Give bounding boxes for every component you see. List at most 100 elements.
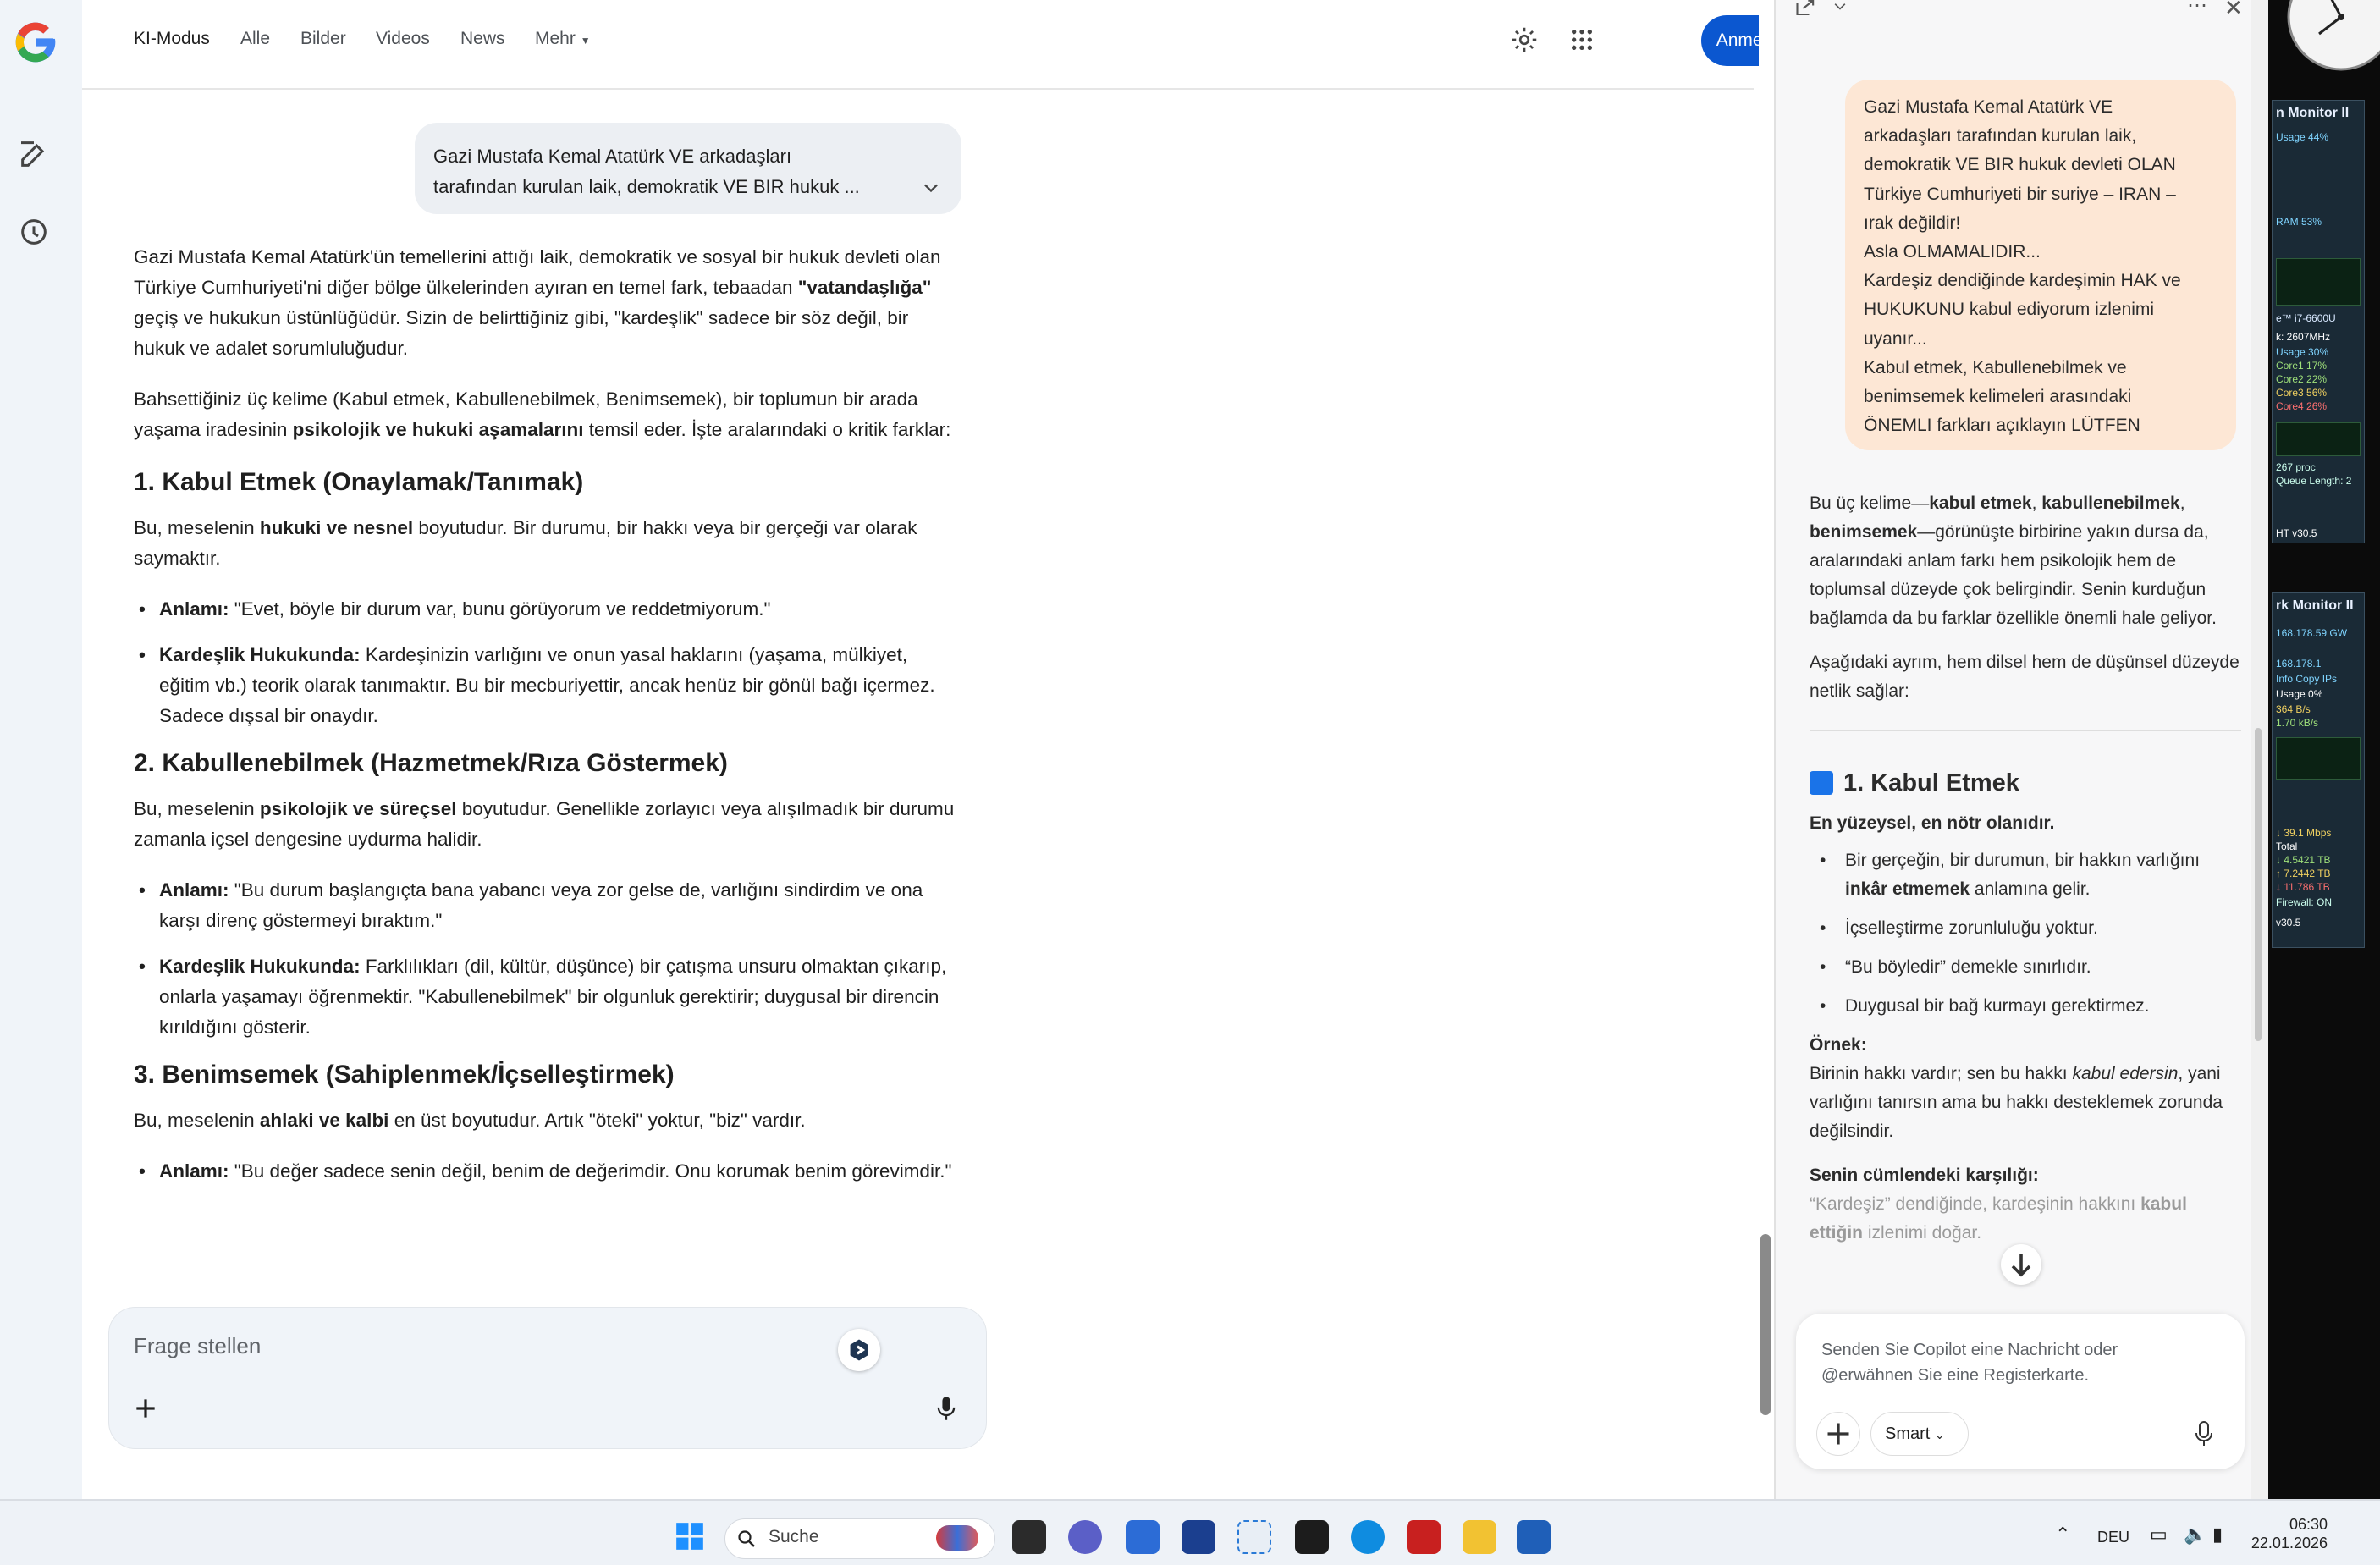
- query-line-1: Gazi Mustafa Kemal Atatürk VE arkadaşlar…: [433, 146, 792, 167]
- widget-line: Core3 56%: [2276, 387, 2328, 399]
- system-monitor-widget: n Monitor II Usage 44% RAM 53% e™ i7-660…: [2272, 100, 2365, 543]
- mode-dropdown[interactable]: Smart ⌄: [1870, 1412, 1969, 1456]
- task-view-icon[interactable]: [1012, 1520, 1046, 1554]
- example-label: Örnek:: [1810, 1035, 1867, 1055]
- user-message: Gazi Mustafa Kemal Atatürk VE arkadaşlar…: [1845, 80, 2236, 450]
- tab-mehr-label: Mehr: [535, 29, 576, 48]
- tab-mehr[interactable]: Mehr ▼: [535, 29, 591, 49]
- widget-line: Usage 0%: [2276, 688, 2323, 700]
- apps-grid-icon[interactable]: [1568, 26, 1595, 53]
- user-line: Asla OLMAMALIDIR...: [1864, 242, 2041, 262]
- chevron-down-icon[interactable]: [919, 176, 943, 200]
- microphone-icon[interactable]: [2194, 1420, 2214, 1447]
- query-bubble[interactable]: Gazi Mustafa Kemal Atatürk VE arkadaşlar…: [415, 123, 961, 214]
- arrow-down-icon: [2011, 1254, 2031, 1277]
- section-2-list: Anlamı: "Bu durum başlangıçta bana yaban…: [134, 875, 963, 1043]
- more-options-icon[interactable]: ⋯: [2187, 0, 2207, 18]
- word-icon[interactable]: [1517, 1520, 1551, 1554]
- tab-ki-modus[interactable]: KI-Modus: [134, 29, 210, 49]
- add-icon[interactable]: [132, 1395, 159, 1422]
- user-line: ırak değildir!: [1864, 212, 1961, 233]
- user-line: Türkiye Cumhuriyeti bir suriye – IRAN –: [1864, 184, 2176, 204]
- widget-line: ↓ 39.1 Mbps: [2276, 827, 2332, 839]
- search-highlight-icon[interactable]: [936, 1525, 978, 1551]
- language-indicator[interactable]: DEU: [2097, 1529, 2129, 1546]
- widget-line: Usage 30%: [2276, 346, 2329, 358]
- heading-text: 1. Kabul Etmek: [1843, 769, 2019, 796]
- battery-icon[interactable]: ▮: [2212, 1524, 2223, 1546]
- filezilla-icon[interactable]: [1407, 1520, 1441, 1554]
- answer-para2: Bahsettiğiniz üç kelime (Kabul etmek, Ka…: [134, 388, 951, 440]
- network-monitor-widget: rk Monitor II 168.178.59 GW 168.178.1 In…: [2272, 592, 2365, 948]
- network-graph: [2276, 737, 2361, 780]
- widget-line: Core2 22%: [2276, 373, 2328, 385]
- chevron-down-icon: ⌄: [1934, 1428, 1945, 1441]
- list-item: Anlamı: "Bu değer sadece senin değil, be…: [134, 1156, 963, 1187]
- copilot-bullets: Bir gerçeğin, bir durumun, bir hakkın va…: [1810, 846, 2241, 1021]
- tab-news[interactable]: News: [460, 29, 505, 49]
- new-chat-icon[interactable]: [17, 137, 51, 171]
- ask-input[interactable]: Frage stellen: [134, 1333, 261, 1359]
- add-icon: [1827, 1423, 1849, 1445]
- widget-line: v30.5: [2276, 917, 2301, 929]
- sentence-label: Senin cümlendeki karşılığı:: [1810, 1165, 2039, 1185]
- widget-line: Queue Length: 2: [2276, 475, 2352, 487]
- microphone-icon[interactable]: [934, 1395, 958, 1422]
- clock-widget-icon: [2287, 0, 2380, 71]
- settings-gear-icon[interactable]: [1509, 25, 1540, 55]
- file-explorer-icon[interactable]: [1463, 1520, 1496, 1554]
- widget-line: 168.178.1: [2276, 658, 2322, 670]
- section-1-list: Anlamı: "Evet, böyle bir durum var, bunu…: [134, 594, 963, 731]
- terminal-icon[interactable]: [1295, 1520, 1329, 1554]
- vpn-icon[interactable]: [1182, 1520, 1215, 1554]
- store-icon[interactable]: [1126, 1520, 1160, 1554]
- tab-videos[interactable]: Videos: [376, 29, 430, 49]
- section-2-text: Bu, meselenin psikolojik ve süreçsel boy…: [134, 798, 955, 850]
- user-line: Gazi Mustafa Kemal Atatürk VE: [1864, 97, 2113, 117]
- close-icon[interactable]: ✕: [2224, 0, 2243, 21]
- network-icon[interactable]: ▭: [2150, 1524, 2168, 1546]
- section-3-title: 3. Benimsemek (Sahiplenmek/İçselleştirme…: [134, 1061, 675, 1088]
- scroll-down-button[interactable]: [2001, 1244, 2041, 1285]
- widget-line: ↑ 7.2442 TB: [2276, 868, 2331, 879]
- widget-line: Total: [2276, 840, 2298, 852]
- widget-title: rk Monitor II: [2276, 598, 2354, 613]
- volume-icon[interactable]: 🔈: [2184, 1524, 2206, 1546]
- mode-label: Smart: [1885, 1424, 1931, 1443]
- widget-line: Info Copy IPs: [2276, 673, 2338, 685]
- history-icon[interactable]: [17, 215, 51, 249]
- open-new-icon[interactable]: [1794, 0, 1818, 17]
- main-scrollbar-thumb[interactable]: [1760, 1234, 1771, 1415]
- list-item: Anlamı: "Evet, böyle bir durum var, bunu…: [134, 594, 963, 625]
- tab-bilder[interactable]: Bilder: [300, 29, 346, 49]
- list-item: Kardeşlik Hukukunda: Kardeşinizin varlığ…: [134, 640, 963, 731]
- copilot-para2: Aşağıdaki ayrım, hem dilsel hem de düşün…: [1810, 653, 2240, 701]
- list-item: Duygusal bir bağ kurmayı gerektirmez.: [1810, 992, 2241, 1021]
- tray-chevron-up-icon[interactable]: ⌃: [2055, 1524, 2070, 1546]
- lens-icon[interactable]: [838, 1329, 880, 1371]
- blue-square-icon: [1810, 771, 1833, 795]
- copilot-scrollbar-thumb[interactable]: [2255, 728, 2262, 1041]
- snipping-tool-icon[interactable]: [1237, 1520, 1271, 1554]
- windows-start-icon[interactable]: [674, 1520, 706, 1552]
- tab-alle[interactable]: Alle: [240, 29, 270, 49]
- clock[interactable]: 06:30 22.01.2026: [2243, 1515, 2328, 1552]
- user-line: ÖNEMLI farkları açıklayın LÜTFEN: [1864, 416, 2140, 436]
- section-3-text: Bu, meselenin ahlaki ve kalbi en üst boy…: [134, 1110, 806, 1131]
- user-line: HUKUKUNU kabul ediyorum izlenimi: [1864, 300, 2155, 320]
- widget-line: Usage 44%: [2276, 131, 2329, 143]
- widget-line: HT v30.5: [2276, 527, 2317, 539]
- user-line: benimsemek kelimeleri arasındaki: [1864, 387, 2132, 407]
- chevron-down-icon[interactable]: [1832, 0, 1848, 14]
- time: 06:30: [2289, 1516, 2328, 1533]
- copilot-input[interactable]: Senden Sie Copilot eine Nachricht oder @…: [1821, 1337, 2194, 1388]
- chat-icon[interactable]: [1068, 1520, 1102, 1554]
- search-icon: [738, 1530, 755, 1547]
- google-logo-icon[interactable]: [12, 19, 59, 66]
- edge-browser-icon[interactable]: [1351, 1520, 1385, 1554]
- copilot-add-button[interactable]: [1816, 1412, 1860, 1456]
- section-1-text: Bu, meselenin hukuki ve nesnel boyutudur…: [134, 517, 917, 569]
- list-item: Bir gerçeğin, bir durumun, bir hakkın va…: [1810, 846, 2241, 904]
- user-line: demokratik VE BIR hukuk devleti OLAN: [1864, 155, 2176, 175]
- widget-line: ↓ 11.786 TB: [2276, 881, 2330, 893]
